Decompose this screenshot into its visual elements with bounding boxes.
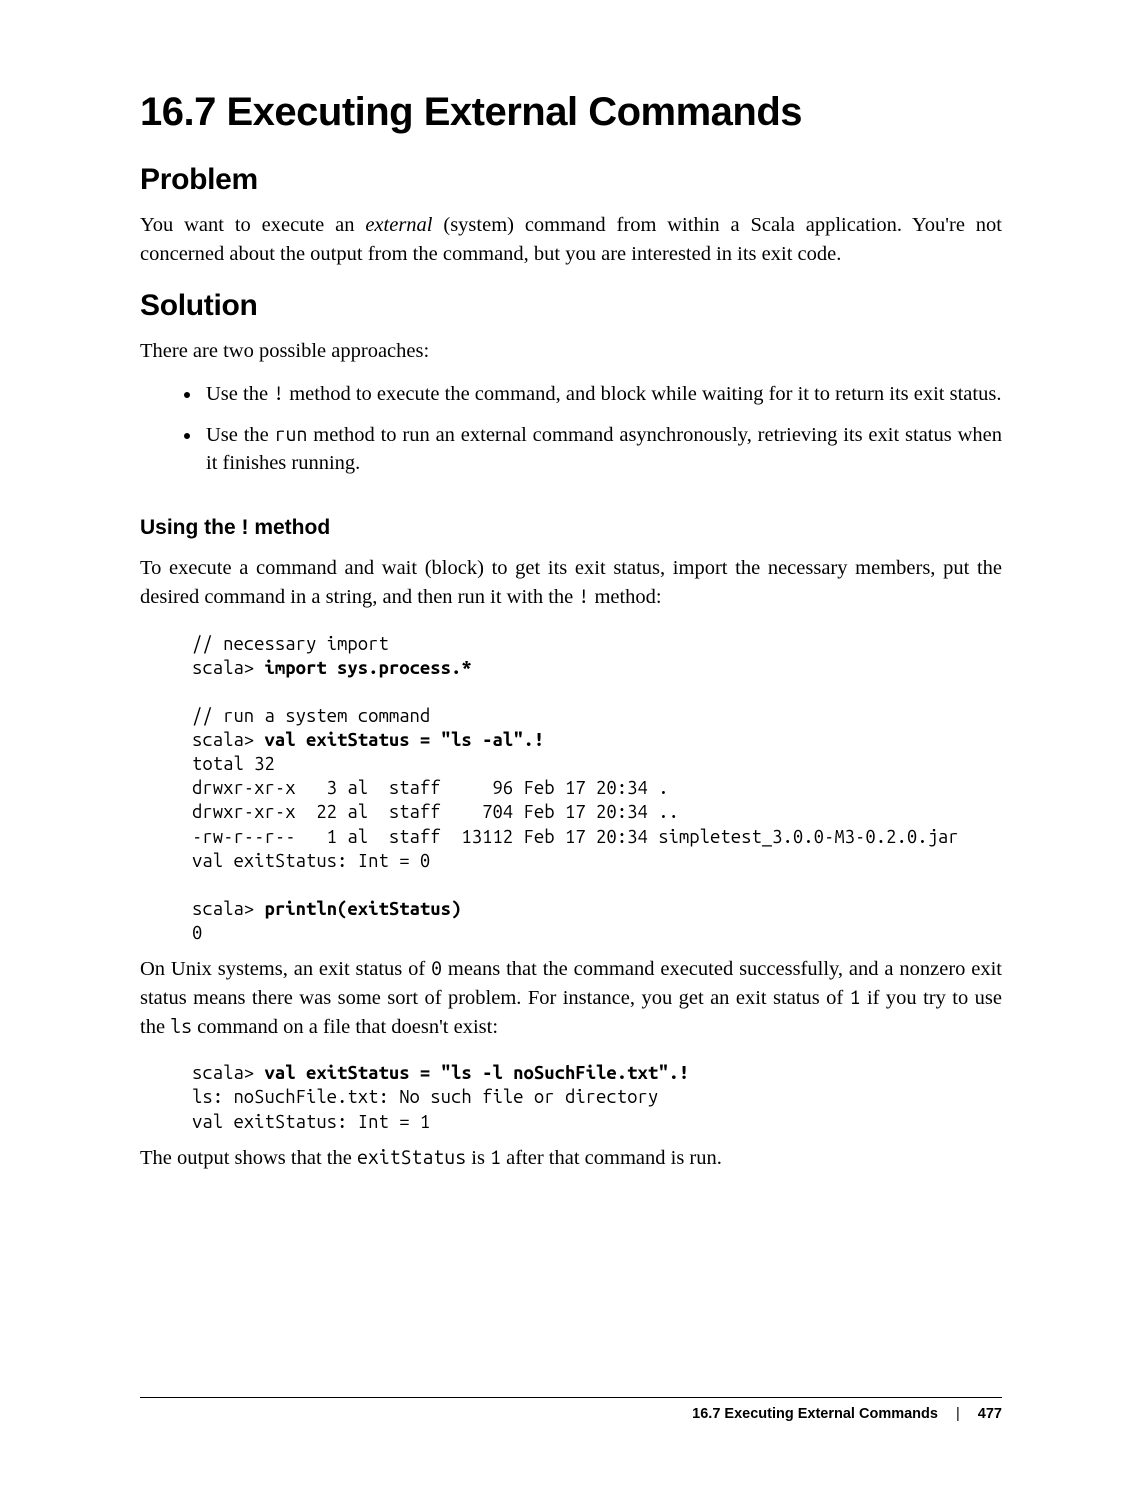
emphasis: external <box>365 214 432 236</box>
inline-code: ls <box>170 1015 192 1037</box>
solution-intro: There are two possible approaches: <box>140 337 1002 366</box>
text: The output shows that the <box>140 1147 357 1169</box>
section-title: 16.7 Executing External Commands <box>140 90 1002 135</box>
code-bold: val exitStatus = "ls -l noSuchFile.txt".… <box>265 1063 690 1083</box>
problem-heading: Problem <box>140 163 1002 197</box>
solution-heading: Solution <box>140 289 1002 323</box>
mid-paragraph: On Unix systems, an exit status of 0 mea… <box>140 955 1002 1042</box>
inline-code: exitStatus <box>357 1146 466 1168</box>
footer-separator: | <box>956 1406 960 1422</box>
code-block-2: scala> val exitStatus = "ls -l noSuchFil… <box>140 1061 1002 1133</box>
text: method to run an external command asynch… <box>206 424 1002 475</box>
text: method: <box>589 586 661 608</box>
solution-bullets: Use the ! method to execute the command,… <box>140 380 1002 479</box>
bullet-item: Use the run method to run an external co… <box>202 421 1002 479</box>
text: after that command is run. <box>501 1147 722 1169</box>
code-bold: val exitStatus = "ls -al".! <box>265 730 545 750</box>
text: Use the <box>206 383 273 405</box>
text: is <box>466 1147 490 1169</box>
code-line: scala> val exitStatus = "ls -al".! <box>192 730 544 750</box>
text: command on a file that doesn't exist: <box>192 1016 498 1038</box>
prompt: scala> <box>192 1063 265 1083</box>
inline-code: ! <box>273 382 284 404</box>
prompt: scala> <box>192 658 265 678</box>
code-line: -rw-r--r-- 1 al staff 13112 Feb 17 20:34… <box>192 827 959 847</box>
code-line: // run a system command <box>192 706 430 726</box>
code-line: scala> val exitStatus = "ls -l noSuchFil… <box>192 1063 689 1083</box>
code-line: scala> import sys.process.* <box>192 658 472 678</box>
inline-code: ! <box>578 585 589 607</box>
using-bang-paragraph: To execute a command and wait (block) to… <box>140 554 1002 612</box>
text: Use the <box>206 424 275 446</box>
code-line: ls: noSuchFile.txt: No such file or dire… <box>192 1087 658 1107</box>
bullet-item: Use the ! method to execute the command,… <box>202 380 1002 409</box>
code-line: // necessary import <box>192 634 389 654</box>
prompt: scala> <box>192 730 265 750</box>
inline-code: 1 <box>490 1146 501 1168</box>
footer-title: 16.7 Executing External Commands <box>692 1406 938 1422</box>
text: On Unix systems, an exit status of <box>140 958 431 980</box>
code-line: drwxr-xr-x 22 al staff 704 Feb 17 20:34 … <box>192 802 679 822</box>
code-line: val exitStatus: Int = 1 <box>192 1112 430 1132</box>
code-line: total 32 <box>192 754 275 774</box>
inline-code: 0 <box>431 957 442 979</box>
code-line: val exitStatus: Int = 0 <box>192 851 430 871</box>
code-line: 0 <box>192 923 202 943</box>
text: method to execute the command, and block… <box>284 383 1001 405</box>
code-line: scala> println(exitStatus) <box>192 899 461 919</box>
page: 16.7 Executing External Commands Problem… <box>0 0 1142 1500</box>
text: To execute a command and wait (block) to… <box>140 557 1002 608</box>
page-number: 477 <box>978 1406 1002 1422</box>
using-bang-heading: Using the ! method <box>140 516 1002 540</box>
inline-code: run <box>275 423 308 445</box>
prompt: scala> <box>192 899 265 919</box>
code-bold: println(exitStatus) <box>265 899 462 919</box>
problem-paragraph: You want to execute an external (system)… <box>140 211 1002 269</box>
last-paragraph: The output shows that the exitStatus is … <box>140 1144 1002 1173</box>
page-footer: 16.7 Executing External Commands | 477 <box>140 1397 1002 1422</box>
inline-code: 1 <box>850 986 861 1008</box>
code-line: drwxr-xr-x 3 al staff 96 Feb 17 20:34 . <box>192 778 669 798</box>
code-block-1: // necessary import scala> import sys.pr… <box>140 632 1002 945</box>
code-bold: import sys.process.* <box>265 658 472 678</box>
